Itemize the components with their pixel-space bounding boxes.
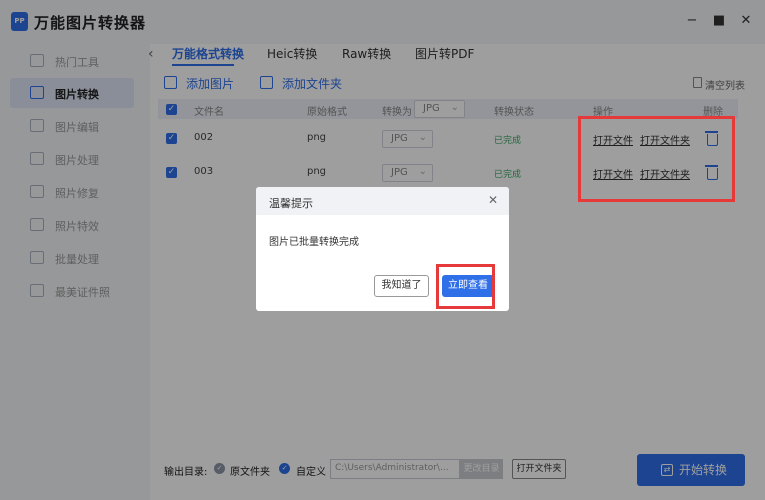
dialog-message: 图片已批量转换完成 [269,237,359,248]
dialog-title: 温馨提示 [269,197,313,210]
highlight-box-view-now [436,264,495,309]
got-it-button[interactable]: 我知道了 [374,275,429,297]
highlight-box-actions [578,116,735,202]
dialog-header: 温馨提示 ✕ [256,187,509,215]
close-icon[interactable]: ✕ [488,193,498,207]
